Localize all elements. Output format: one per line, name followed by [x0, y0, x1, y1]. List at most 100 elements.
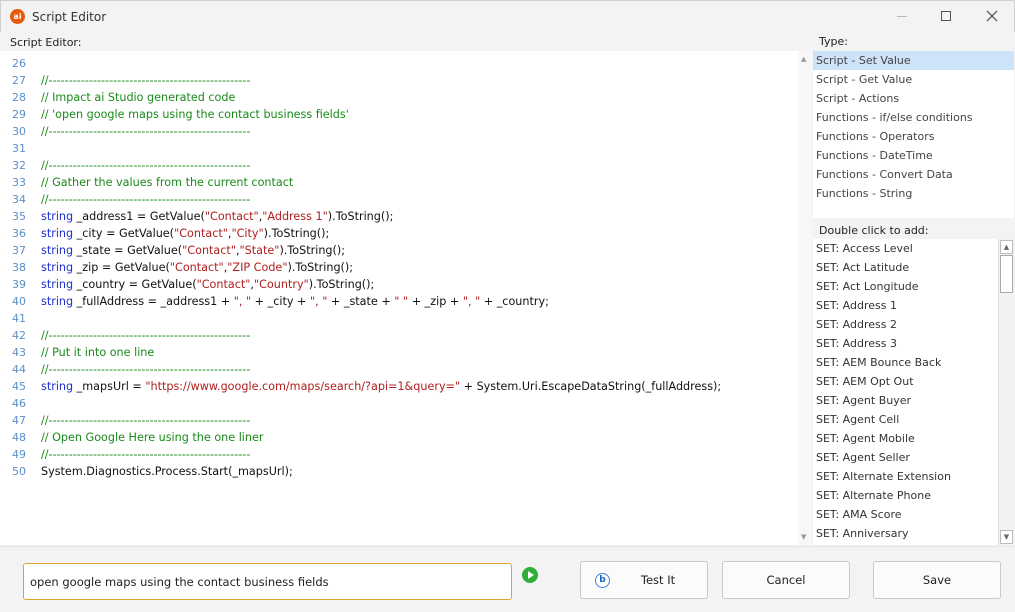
line-number: 27 [12, 74, 26, 87]
window-title: Script Editor [32, 10, 107, 24]
line-number: 29 [12, 108, 26, 121]
scroll-thumb[interactable] [1000, 255, 1013, 293]
code-token: _city = GetValue( [73, 227, 175, 240]
type-item[interactable]: Functions - DateTime [813, 146, 1014, 165]
code-editor[interactable]: 26 27 //----------------------------------… [0, 51, 798, 545]
code-text: string _mapsUrl = "https://www.google.co… [41, 378, 721, 395]
field-list-item[interactable]: SET: Agent Buyer [813, 391, 997, 410]
field-list-item[interactable]: SET: Alternate Extension [813, 467, 997, 486]
code-token: "ZIP Code" [227, 261, 288, 274]
code-token: string [41, 210, 74, 223]
field-list-item[interactable]: SET: AMA Score [813, 505, 997, 524]
code-token: ).ToString(); [287, 261, 354, 274]
line-number: 50 [12, 465, 26, 478]
line-number: 30 [12, 125, 26, 138]
line-number: 44 [12, 363, 26, 376]
line-number: 26 [12, 57, 26, 70]
play-icon[interactable] [522, 567, 538, 583]
code-text: System.Diagnostics.Process.Start(_mapsUr… [41, 463, 293, 480]
field-list-item[interactable]: SET: Address 2 [813, 315, 997, 334]
code-token: "Contact" [169, 261, 224, 274]
type-item[interactable]: Functions - Convert Data [813, 165, 1014, 184]
code-token: "https://www.google.com/maps/search/?api… [145, 380, 461, 393]
type-item[interactable]: Script - Actions [813, 89, 1014, 108]
code-token: "State" [239, 244, 280, 257]
field-list-item[interactable]: SET: Agent Mobile [813, 429, 997, 448]
editor-scrollbar[interactable]: ▲ ▼ [798, 51, 812, 545]
line-number: 36 [12, 227, 26, 240]
code-token: "Address 1" [262, 210, 328, 223]
code-text: //--------------------------------------… [41, 446, 250, 463]
cancel-button[interactable]: Cancel [722, 561, 850, 599]
code-token: string [41, 261, 74, 274]
code-token: + System.Uri.EscapeDataString(_fullAddre… [460, 380, 722, 393]
field-list-item[interactable]: SET: AEM Bounce Back [813, 353, 997, 372]
line-number: 47 [12, 414, 26, 427]
code-token: //--------------------------------------… [41, 363, 251, 376]
field-list-item[interactable]: SET: Address 1 [813, 296, 997, 315]
code-token: //--------------------------------------… [41, 125, 251, 138]
field-list-item[interactable]: SET: Act Longitude [813, 277, 997, 296]
code-token: "Contact" [174, 227, 228, 240]
code-text: // 'open google maps using the contact b… [41, 106, 349, 123]
field-list-item[interactable]: SET: AEM Opt Out [813, 372, 997, 391]
code-token: string [41, 227, 74, 240]
scroll-down-arrow-icon[interactable]: ▼ [1000, 530, 1013, 544]
close-icon [986, 10, 998, 22]
field-list-scrollbar[interactable]: ▲ ▼ [998, 239, 1014, 545]
code-text: string _state = GetValue("Contact","Stat… [41, 242, 345, 259]
code-token: System.Diagnostics.Process.Start(_mapsUr… [41, 465, 293, 478]
code-token: _address1 = GetValue( [73, 210, 205, 223]
test-it-button[interactable]: b Test It [580, 561, 708, 599]
scroll-up-arrow-icon[interactable]: ▲ [1000, 240, 1013, 254]
line-number: 37 [12, 244, 26, 257]
type-item[interactable]: Functions - if/else conditions [813, 108, 1014, 127]
code-token: "Contact" [182, 244, 236, 257]
maximize-button[interactable] [923, 1, 969, 32]
code-token: ", " [309, 295, 328, 308]
line-number: 48 [12, 431, 26, 444]
field-list-item[interactable]: SET: Access Level [813, 239, 997, 258]
code-text: // Put it into one line [41, 344, 154, 361]
code-text: string _fullAddress = _address1 + ", " +… [41, 293, 549, 310]
type-list[interactable]: Script - Set Value Script - Get Value Scri… [813, 51, 1014, 218]
code-token: " " [394, 295, 409, 308]
code-token: ).ToString(); [279, 244, 346, 257]
close-button[interactable] [969, 1, 1015, 32]
code-token: string [41, 295, 74, 308]
add-list-label: Double click to add: [819, 224, 929, 237]
code-token: ", " [462, 295, 481, 308]
field-list-item[interactable]: SET: Act Latitude [813, 258, 997, 277]
save-button[interactable]: Save [873, 561, 1001, 599]
code-token: ).ToString(); [263, 227, 330, 240]
field-list-item[interactable]: SET: Agent Cell [813, 410, 997, 429]
line-number: 35 [12, 210, 26, 223]
minimize-button[interactable] [879, 1, 925, 32]
field-list-item[interactable]: SET: Alternate Phone [813, 486, 997, 505]
field-list-item[interactable]: SET: Anniversary [813, 524, 997, 543]
type-item[interactable]: Script - Get Value [813, 70, 1014, 89]
ai-prompt-input[interactable] [23, 563, 512, 600]
type-item[interactable]: Script - Set Value [813, 51, 1014, 70]
field-list[interactable]: SET: Access Level SET: Act Latitude SET: A… [813, 239, 1014, 545]
code-token: string [41, 278, 74, 291]
line-number: 28 [12, 91, 26, 104]
line-number: 41 [12, 312, 26, 325]
code-text: //--------------------------------------… [41, 361, 250, 378]
code-token: // Put it into one line [41, 346, 155, 359]
type-label: Type: [819, 35, 848, 48]
type-item[interactable]: Functions - String [813, 184, 1014, 203]
type-item[interactable]: Functions - Operators [813, 127, 1014, 146]
scroll-down-arrow-icon[interactable]: ▼ [801, 533, 806, 541]
scroll-up-arrow-icon[interactable]: ▲ [801, 55, 806, 63]
field-list-item[interactable]: SET: Address 3 [813, 334, 997, 353]
code-text: string _zip = GetValue("Contact","ZIP Co… [41, 259, 353, 276]
minimize-icon [897, 15, 907, 17]
code-token: //--------------------------------------… [41, 74, 251, 87]
code-token: //--------------------------------------… [41, 329, 251, 342]
line-number: 38 [12, 261, 26, 274]
code-token: //--------------------------------------… [41, 193, 251, 206]
field-list-item[interactable]: SET: Agent Seller [813, 448, 997, 467]
code-token: "Country" [253, 278, 309, 291]
maximize-icon [941, 11, 951, 21]
